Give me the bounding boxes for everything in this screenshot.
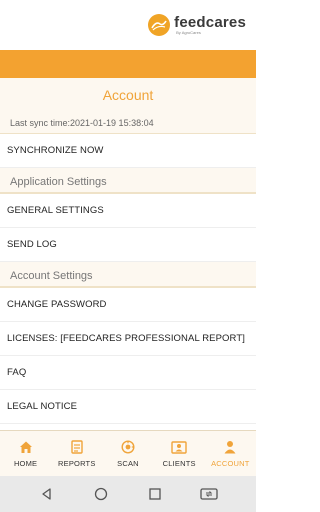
send-log-item[interactable]: SEND LOG — [0, 228, 256, 262]
back-icon[interactable] — [32, 479, 62, 509]
home-circle-icon[interactable] — [86, 479, 116, 509]
brand-logo: feedcares By AgroCares — [148, 14, 246, 36]
brand-name: feedcares — [174, 14, 246, 31]
nav-home[interactable]: HOME — [0, 439, 51, 468]
nav-account[interactable]: ACCOUNT — [205, 439, 256, 468]
nav-home-label: HOME — [13, 459, 38, 468]
top-bar: feedcares By AgroCares — [0, 0, 256, 50]
nav-scan[interactable]: SCAN — [102, 439, 153, 468]
change-password-item[interactable]: CHANGE PASSWORD — [0, 288, 256, 322]
account-icon — [223, 439, 237, 455]
bottom-navigation: HOME REPORTS SCAN CLIENTS ACCOUNT — [0, 430, 256, 476]
nav-account-label: ACCOUNT — [211, 459, 250, 468]
recents-icon[interactable] — [140, 479, 170, 509]
home-icon — [19, 439, 33, 455]
brand-subtitle: By AgroCares — [176, 30, 201, 35]
synchronize-now-button[interactable]: SYNCHRONIZE NOW — [0, 134, 256, 168]
scan-icon — [121, 439, 135, 455]
section-application-settings: Application Settings — [0, 168, 256, 194]
system-navigation-bar — [0, 476, 256, 512]
reports-icon — [71, 439, 83, 455]
faq-item[interactable]: FAQ — [0, 356, 256, 390]
page-title: Account — [0, 78, 256, 112]
nav-reports-label: REPORTS — [58, 459, 96, 468]
legal-notice-item[interactable]: LEGAL NOTICE — [0, 390, 256, 424]
nav-clients-label: CLIENTS — [162, 459, 196, 468]
licenses-item[interactable]: LICENSES: [FEEDCARES PROFESSIONAL REPORT… — [0, 322, 256, 356]
general-settings-item[interactable]: GENERAL SETTINGS — [0, 194, 256, 228]
switch-apps-icon[interactable] — [194, 479, 224, 509]
accent-band — [0, 50, 256, 78]
nav-clients[interactable]: CLIENTS — [154, 439, 205, 468]
last-sync-text: Last sync time:2021-01-19 15:38:04 — [0, 112, 256, 134]
clients-icon — [171, 439, 187, 455]
nav-scan-label: SCAN — [117, 459, 139, 468]
nav-reports[interactable]: REPORTS — [51, 439, 102, 468]
section-account-settings: Account Settings — [0, 262, 256, 288]
feedcares-logo-icon — [148, 14, 171, 36]
